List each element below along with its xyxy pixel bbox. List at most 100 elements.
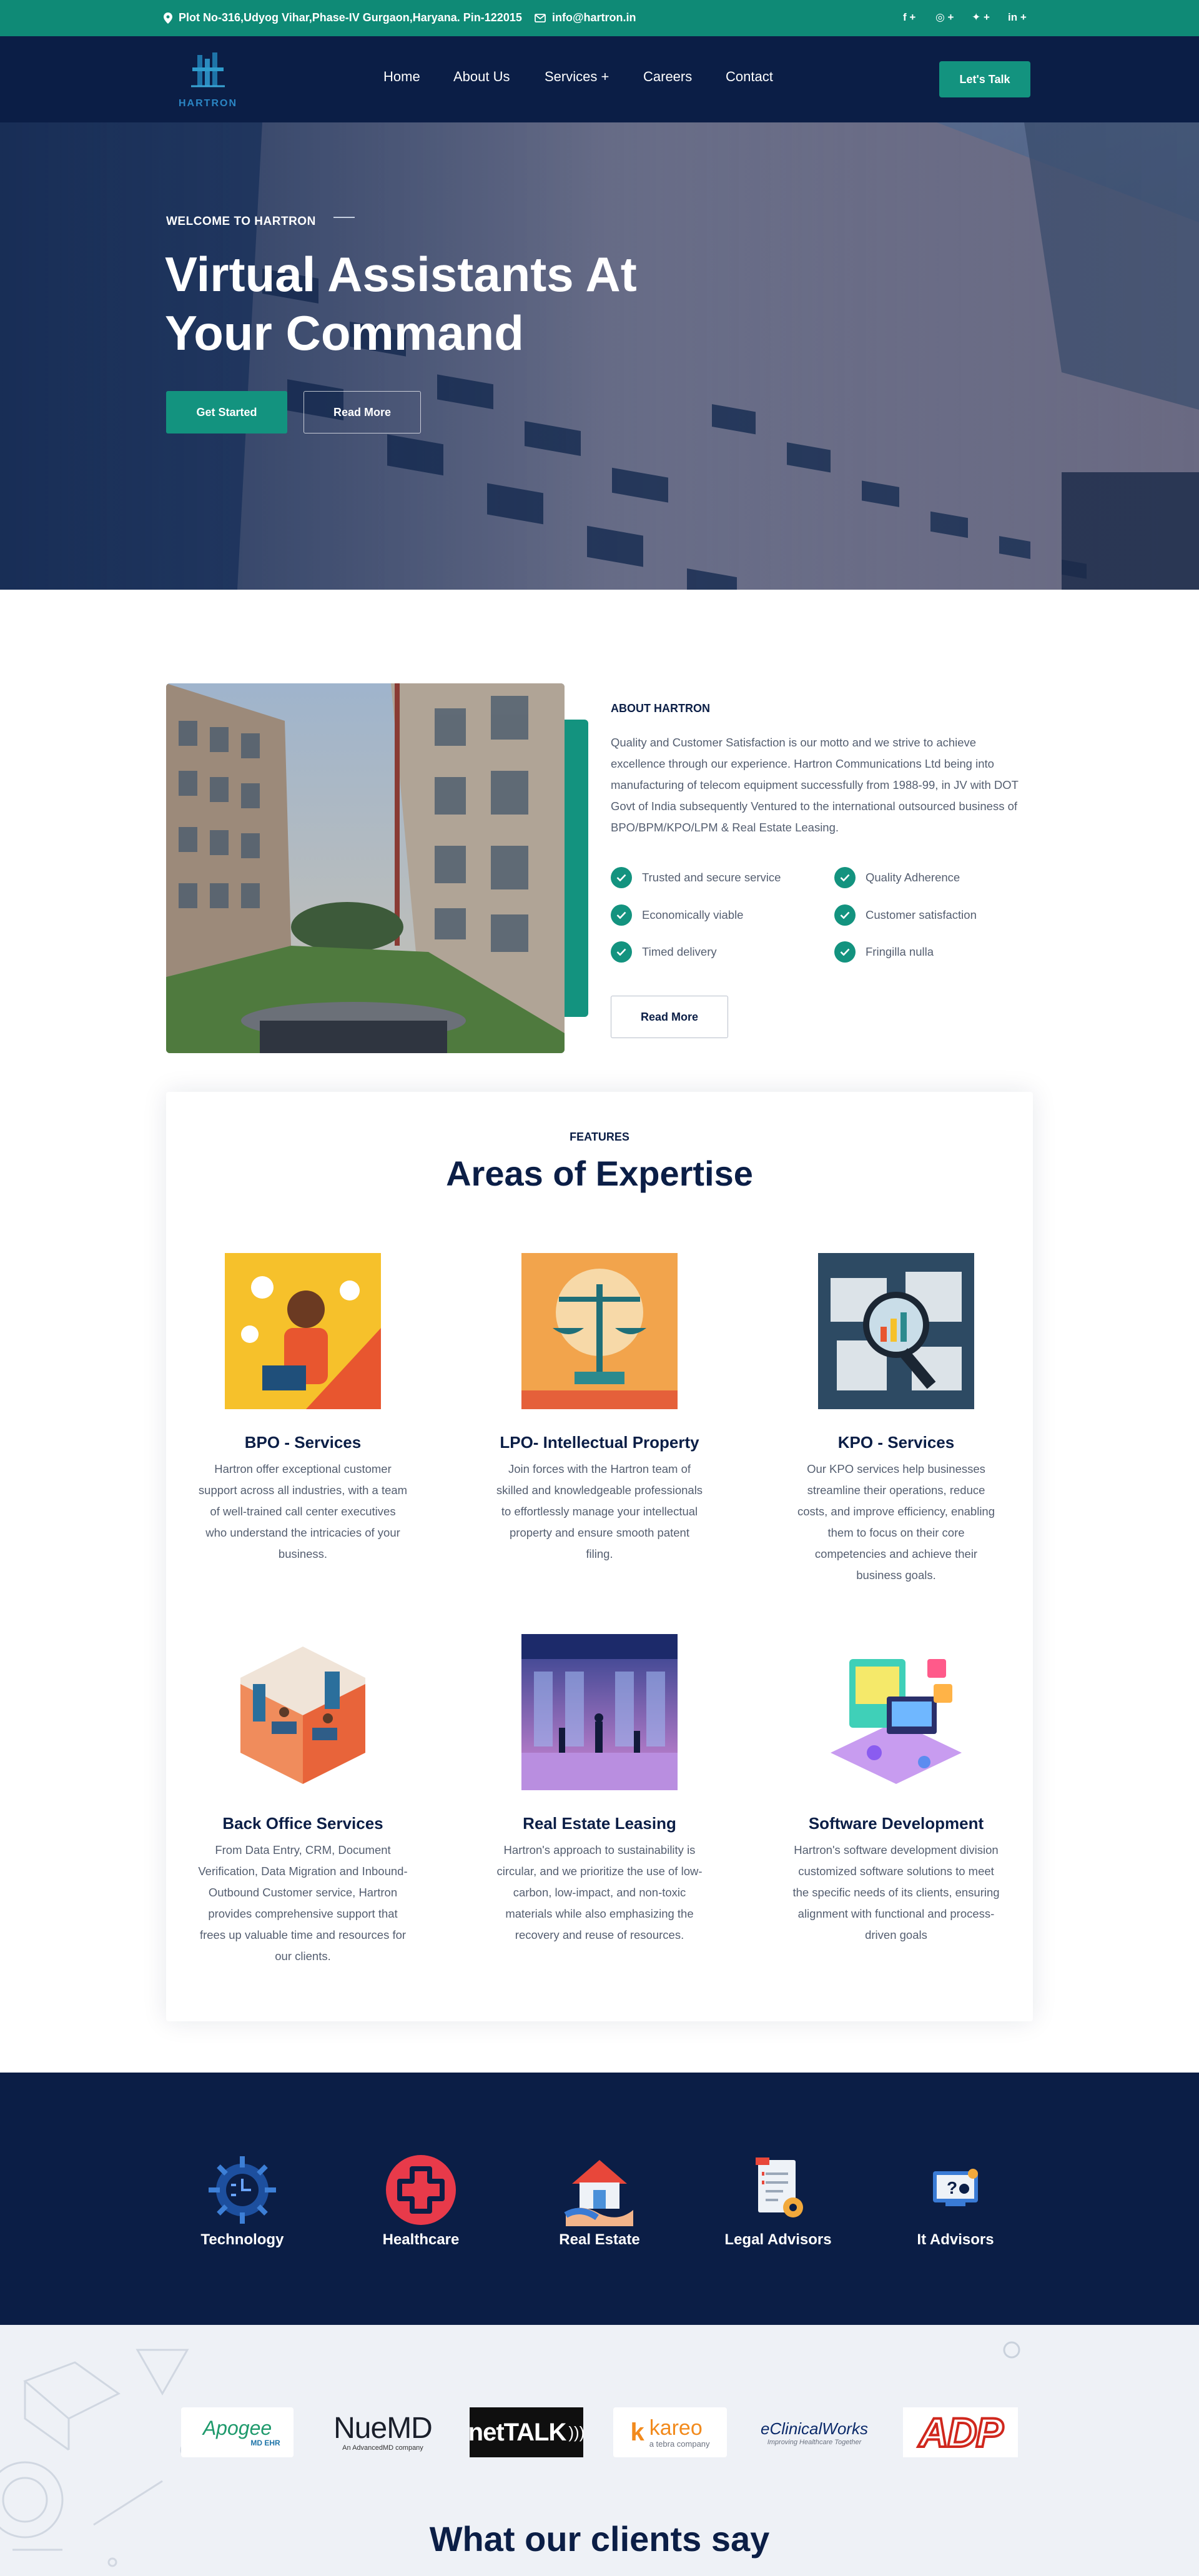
industry-label: It Advisors bbox=[917, 2231, 994, 2248]
industry-label: Healthcare bbox=[382, 2231, 460, 2248]
check-circle-icon bbox=[834, 904, 856, 926]
check-label: Economically viable bbox=[642, 908, 744, 921]
lpo-illustration bbox=[521, 1253, 678, 1409]
nuemd-logo[interactable]: NueMD An AdvancedMD company bbox=[325, 2407, 441, 2457]
main-navbar: HARTRON Home About Us Services + Careers… bbox=[0, 36, 1199, 122]
instagram-icon[interactable]: ◎ + bbox=[935, 11, 954, 24]
industry-legal-advisors[interactable]: Legal Advisors bbox=[709, 2152, 847, 2249]
check-label: Trusted and secure service bbox=[642, 871, 781, 884]
kareo-logo-wrap: kareo a tebra company bbox=[649, 2417, 710, 2449]
logo-mark-icon bbox=[191, 52, 225, 87]
eclinicalworks-logo[interactable]: eClinicalWorks Improving Healthcare Toge… bbox=[757, 2407, 872, 2457]
hero-title-line-1: Virtual Assistants At bbox=[165, 247, 637, 302]
hero-section: WELCOME TO HARTRON Virtual Assistants At… bbox=[0, 122, 1199, 590]
industry-it-advisors[interactable]: ? It Advisors bbox=[887, 2152, 1024, 2249]
industry-technology[interactable]: Technology bbox=[174, 2152, 311, 2249]
real-estate-house-icon bbox=[562, 2152, 637, 2227]
kareo-logo-sub: a tebra company bbox=[649, 2439, 710, 2449]
address-item: Plot No-316,Udyog Vihar,Phase-IV Gurgaon… bbox=[164, 11, 522, 24]
nav-contact[interactable]: Contact bbox=[726, 69, 773, 85]
features-label: FEATURES bbox=[570, 1131, 629, 1143]
healthcare-icon bbox=[383, 2152, 458, 2227]
hero-read-more-button[interactable]: Read More bbox=[303, 391, 421, 433]
twitter-icon[interactable]: ✦ + bbox=[972, 11, 990, 24]
back-office-illustration bbox=[225, 1634, 381, 1790]
check-label: Quality Adherence bbox=[866, 871, 960, 884]
nuemd-logo-sub: An AdvancedMD company bbox=[342, 2444, 423, 2452]
check-circle-icon bbox=[611, 904, 632, 926]
apogee-logo-text: Apogee bbox=[202, 2417, 272, 2439]
industry-label: Real Estate bbox=[559, 2231, 640, 2248]
check-item: Quality Adherence bbox=[834, 867, 960, 888]
about-label: ABOUT HARTRON bbox=[611, 702, 710, 715]
nav-careers[interactable]: Careers bbox=[643, 69, 692, 85]
apogee-logo[interactable]: Apogee MD EHR bbox=[181, 2407, 294, 2457]
svg-text:?: ? bbox=[947, 2178, 957, 2197]
hartron-logo[interactable]: HARTRON bbox=[174, 50, 242, 110]
address-text: Plot No-316,Udyog Vihar,Phase-IV Gurgaon… bbox=[179, 11, 522, 24]
expertise-card-back-office[interactable]: Back Office Services From Data Entry, CR… bbox=[178, 1634, 428, 1967]
expertise-card-real-estate[interactable]: Real Estate Leasing Hartron's approach t… bbox=[475, 1634, 724, 1946]
about-read-more-button[interactable]: Read More bbox=[611, 996, 728, 1038]
about-accent-bar bbox=[565, 720, 588, 1017]
card-text: Join forces with the Hartron team of ski… bbox=[496, 1462, 703, 1560]
logo-text: HARTRON bbox=[179, 98, 237, 109]
nav-about-us[interactable]: About Us bbox=[453, 69, 510, 85]
hero-eyebrow: WELCOME TO HARTRON bbox=[166, 215, 316, 228]
card-text: Hartron offer exceptional customer suppo… bbox=[198, 1462, 408, 1560]
adp-logo-text: ADP bbox=[917, 2408, 1004, 2457]
industry-healthcare[interactable]: Healthcare bbox=[352, 2152, 490, 2249]
nuemd-logo-text: NueMD bbox=[333, 2412, 433, 2445]
card-text: Hartron's approach to sustainability is … bbox=[496, 1843, 703, 1941]
expertise-card-kpo[interactable]: KPO - Services Our KPO services help bus… bbox=[771, 1253, 1021, 1586]
nettalk-logo-text: netTALK bbox=[468, 2418, 567, 2446]
expertise-card-bpo[interactable]: BPO - Services Hartron offer exceptional… bbox=[178, 1253, 428, 1565]
nettalk-logo[interactable]: netTALK ))) bbox=[468, 2407, 585, 2457]
email-item[interactable]: info@hartron.in bbox=[535, 11, 636, 24]
linkedin-icon[interactable]: in + bbox=[1008, 11, 1027, 24]
location-pin-icon bbox=[164, 12, 172, 24]
nav-home[interactable]: Home bbox=[383, 69, 420, 85]
get-started-button[interactable]: Get Started bbox=[166, 391, 287, 433]
check-circle-icon bbox=[611, 867, 632, 888]
expertise-card-lpo[interactable]: LPO- Intellectual Property Join forces w… bbox=[475, 1253, 724, 1565]
nettalk-waves-icon: ))) bbox=[568, 2422, 585, 2442]
technology-icon bbox=[205, 2152, 280, 2227]
check-item: Fringilla nulla bbox=[834, 941, 934, 963]
kareo-logo[interactable]: k kareo a tebra company bbox=[613, 2407, 727, 2457]
check-item: Economically viable bbox=[611, 904, 743, 926]
card-title: BPO - Services bbox=[244, 1433, 362, 1452]
check-label: Fringilla nulla bbox=[866, 945, 934, 958]
check-item: Timed delivery bbox=[611, 941, 717, 963]
check-circle-icon bbox=[834, 867, 856, 888]
expertise-card-software[interactable]: Software Development Hartron's software … bbox=[771, 1634, 1021, 1946]
card-title: Back Office Services bbox=[222, 1814, 383, 1833]
industries-section: Technology Healthcare Real Estate Legal … bbox=[0, 2073, 1199, 2325]
decorative-ring bbox=[1003, 2341, 1020, 2359]
card-title: Real Estate Leasing bbox=[523, 1814, 676, 1833]
nav-services[interactable]: Services + bbox=[545, 69, 609, 85]
card-text: Hartron's software development division … bbox=[792, 1843, 1000, 1941]
card-title: Software Development bbox=[808, 1814, 984, 1833]
kpo-illustration bbox=[818, 1253, 974, 1409]
about-description: Quality and Customer Satisfaction is our… bbox=[611, 736, 1019, 834]
lets-talk-button[interactable]: Let's Talk bbox=[939, 61, 1030, 97]
card-text: From Data Entry, CRM, Document Verificat… bbox=[198, 1843, 408, 1963]
adp-logo[interactable]: ADP bbox=[903, 2407, 1018, 2457]
partners-section: Apogee MD EHR NueMD An AdvancedMD compan… bbox=[0, 2325, 1199, 2576]
software-illustration bbox=[818, 1634, 974, 1790]
industry-label: Technology bbox=[200, 2231, 284, 2248]
email-text[interactable]: info@hartron.in bbox=[552, 11, 636, 24]
facebook-icon[interactable]: f + bbox=[903, 11, 915, 24]
about-photo-illustration bbox=[166, 683, 565, 1053]
kareo-k-icon: k bbox=[630, 2418, 644, 2446]
bpo-illustration bbox=[225, 1253, 381, 1409]
card-title: LPO- Intellectual Property bbox=[500, 1433, 699, 1452]
eyebrow-divider bbox=[333, 217, 355, 218]
card-title: KPO - Services bbox=[837, 1433, 955, 1452]
industry-real-estate[interactable]: Real Estate bbox=[531, 2152, 668, 2249]
hero-title-line-2: Your Command bbox=[165, 305, 524, 360]
features-title: Areas of Expertise bbox=[446, 1154, 753, 1193]
about-building-photo bbox=[166, 683, 565, 1053]
clients-section-title: What our clients say bbox=[429, 2519, 770, 2559]
